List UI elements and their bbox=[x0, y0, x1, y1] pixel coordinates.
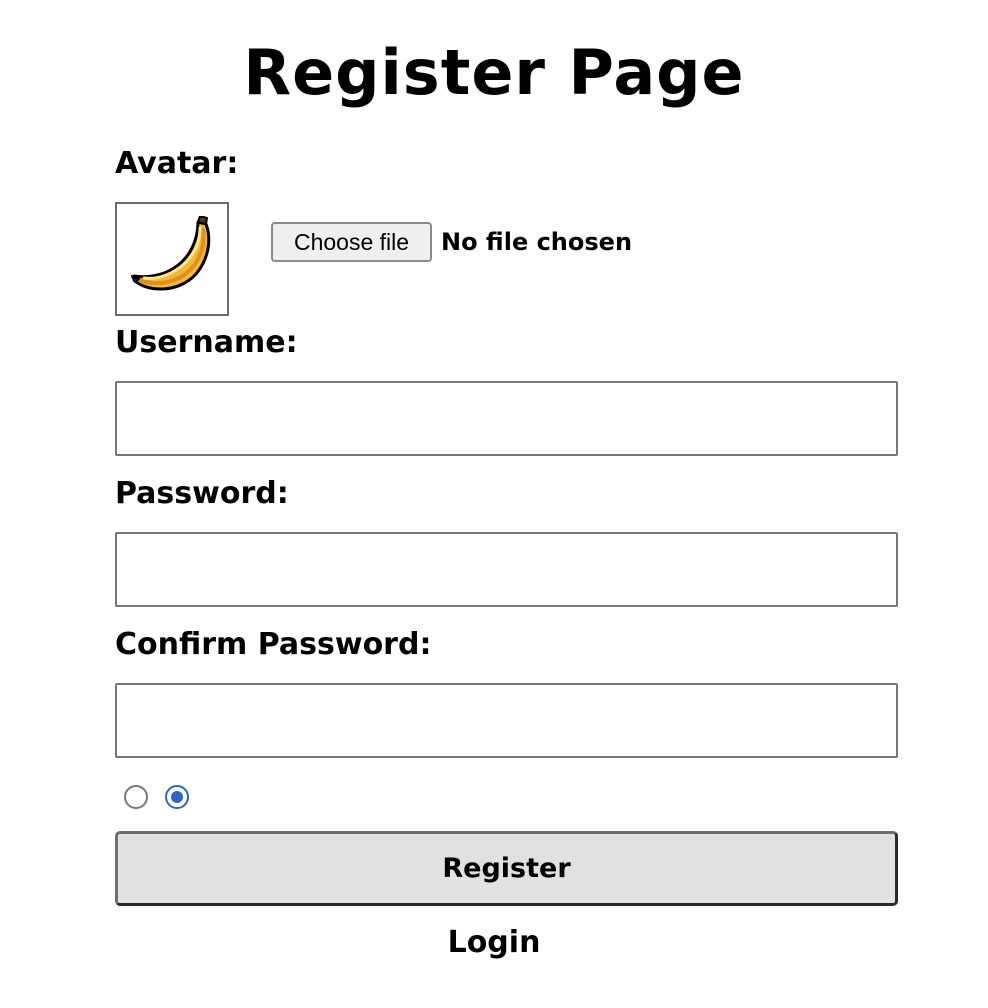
page-title: Register Page bbox=[243, 36, 745, 109]
username-input[interactable] bbox=[115, 381, 898, 456]
password-input[interactable] bbox=[115, 532, 898, 607]
avatar-preview[interactable] bbox=[115, 202, 229, 316]
password-label: Password: bbox=[115, 476, 289, 511]
banana-icon bbox=[131, 216, 211, 291]
confirm-password-label: Confirm Password: bbox=[115, 627, 432, 662]
confirm-password-input[interactable] bbox=[115, 683, 898, 758]
radio-option-1[interactable] bbox=[124, 785, 148, 809]
choose-file-button[interactable]: Choose file bbox=[271, 222, 432, 262]
file-status-text: No file chosen bbox=[441, 228, 633, 256]
register-button[interactable]: Register bbox=[115, 831, 898, 906]
username-label: Username: bbox=[115, 325, 298, 360]
avatar-label: Avatar: bbox=[115, 146, 239, 181]
login-link[interactable]: Login bbox=[0, 921, 988, 965]
radio-option-2[interactable] bbox=[165, 785, 189, 809]
